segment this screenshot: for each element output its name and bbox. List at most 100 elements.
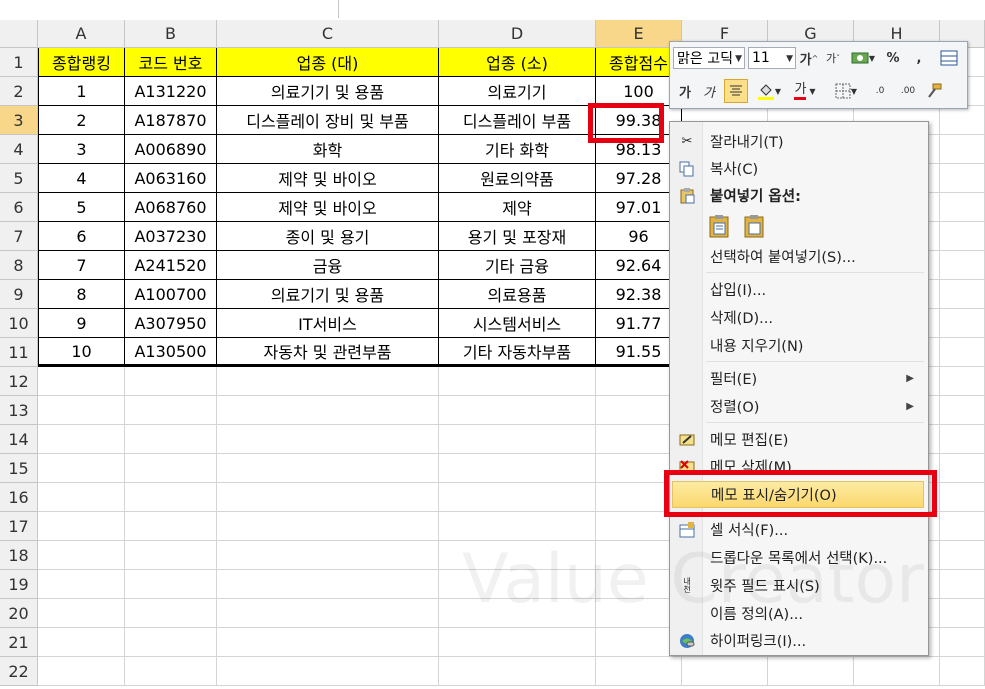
cell-d9[interactable]: 의료용품 [439,280,596,309]
cell-a13[interactable] [38,396,125,425]
format-painter-table-button[interactable] [938,47,960,69]
cell-a12[interactable] [38,367,125,396]
cell-a8[interactable]: 7 [38,251,125,280]
cell-b10[interactable]: A307950 [125,309,217,338]
row-header-5[interactable]: 5 [0,164,38,193]
row-header-16[interactable]: 16 [0,483,38,512]
menu-item-copy[interactable]: 복사(C) [670,155,926,182]
cell-h22[interactable] [854,657,940,686]
menu-item-delete[interactable]: 삭제(D)... [670,304,926,331]
cell-b9[interactable]: A100700 [125,280,217,309]
cell-c2[interactable]: 의료기기 및 용품 [217,77,439,106]
cell-f22[interactable] [682,657,768,686]
cell-b11[interactable]: A130500 [125,338,217,367]
cell-b5[interactable]: A063160 [125,164,217,193]
cell-c13[interactable] [217,396,439,425]
column-header-b[interactable]: B [125,20,217,48]
cell-b4[interactable]: A006890 [125,135,217,164]
cell-d13[interactable] [439,396,596,425]
row-header-3[interactable]: 3 [0,106,38,135]
cell-c8[interactable]: 금융 [217,251,439,280]
row-header-21[interactable]: 21 [0,628,38,657]
cell-d18[interactable] [439,541,596,570]
cell-d6[interactable]: 제약 [439,193,596,222]
select-all-corner[interactable] [0,20,38,48]
format-painter-button[interactable] [922,80,946,102]
cell-a9[interactable]: 8 [38,280,125,309]
cell-d2[interactable]: 의료기기 [439,77,596,106]
cell-a14[interactable] [38,425,125,454]
cell-b7[interactable]: A037230 [125,222,217,251]
cell-a1[interactable]: 종합랭킹 [38,48,125,77]
cell-b17[interactable] [125,512,217,541]
cell-a4[interactable]: 3 [38,135,125,164]
fill-color-button[interactable]: ▼ [752,80,786,102]
cell-d16[interactable] [439,483,596,512]
cell-d1[interactable]: 업종 (소) [439,48,596,77]
cell-a21[interactable] [38,628,125,657]
cell-d10[interactable]: 시스템서비스 [439,309,596,338]
cell-a22[interactable] [38,657,125,686]
italic-button[interactable]: 가 [698,80,720,102]
cell-d15[interactable] [439,454,596,483]
cell-c20[interactable] [217,599,439,628]
cell-d12[interactable] [439,367,596,396]
cell-b13[interactable] [125,396,217,425]
cell-c9[interactable]: 의료기기 및 용품 [217,280,439,309]
accounting-format-button[interactable]: ▼ [848,47,878,69]
row-header-15[interactable]: 15 [0,454,38,483]
row-header-1[interactable]: 1 [0,48,38,77]
cell-b20[interactable] [125,599,217,628]
cell-b15[interactable] [125,454,217,483]
cell-b21[interactable] [125,628,217,657]
cell-b8[interactable]: A241520 [125,251,217,280]
grow-font-button[interactable]: 가 ^ [798,47,820,69]
menu-item-format-cells[interactable]: 셀 서식(F)... [670,516,926,543]
name-box[interactable] [0,0,339,18]
row-header-11[interactable]: 11 [0,338,38,367]
row-header-8[interactable]: 8 [0,251,38,280]
cell-a11[interactable]: 10 [38,338,125,367]
cell-c11[interactable]: 자동차 및 관련부품 [217,338,439,367]
align-center-button[interactable] [724,79,748,103]
cell-c5[interactable]: 제약 및 바이오 [217,164,439,193]
cell-a20[interactable] [38,599,125,628]
row-header-2[interactable]: 2 [0,77,38,106]
cell-c4[interactable]: 화학 [217,135,439,164]
cell-g22[interactable] [768,657,854,686]
cell-a7[interactable]: 6 [38,222,125,251]
cell-c1[interactable]: 업종 (대) [217,48,439,77]
increase-decimal-button[interactable]: .0 [868,80,892,102]
row-header-6[interactable]: 6 [0,193,38,222]
menu-item-insert[interactable]: 삽입(I)... [670,276,926,303]
cell-a19[interactable] [38,570,125,599]
cell-e22[interactable] [596,657,682,686]
cell-a16[interactable] [38,483,125,512]
cell-c21[interactable] [217,628,439,657]
cell-b18[interactable] [125,541,217,570]
cell-a17[interactable] [38,512,125,541]
cell-d14[interactable] [439,425,596,454]
menu-item-filter[interactable]: 필터(E) ▶ [670,365,926,392]
cell-b12[interactable] [125,367,217,396]
cell-a18[interactable] [38,541,125,570]
decrease-decimal-button[interactable]: .00 [896,80,920,102]
cell-b6[interactable]: A068760 [125,193,217,222]
cell-c7[interactable]: 종이 및 용기 [217,222,439,251]
menu-item-define-name[interactable]: 이름 정의(A)... [670,600,926,627]
cell-a5[interactable]: 4 [38,164,125,193]
cell-b19[interactable] [125,570,217,599]
cell-a3[interactable]: 2 [38,106,125,135]
cell-d4[interactable]: 기타 화학 [439,135,596,164]
cell-c17[interactable] [217,512,439,541]
cell-d11[interactable]: 기타 자동차부품 [439,338,596,367]
cell-c18[interactable] [217,541,439,570]
cell-b1[interactable]: 코드 번호 [125,48,217,77]
cell-b16[interactable] [125,483,217,512]
cell-a2[interactable]: 1 [38,77,125,106]
row-header-13[interactable]: 13 [0,396,38,425]
bold-button[interactable]: 가 [674,80,696,102]
row-header-17[interactable]: 17 [0,512,38,541]
menu-item-paste-special[interactable]: 선택하여 붙여넣기(S)... [670,243,926,270]
cell-b22[interactable] [125,657,217,686]
